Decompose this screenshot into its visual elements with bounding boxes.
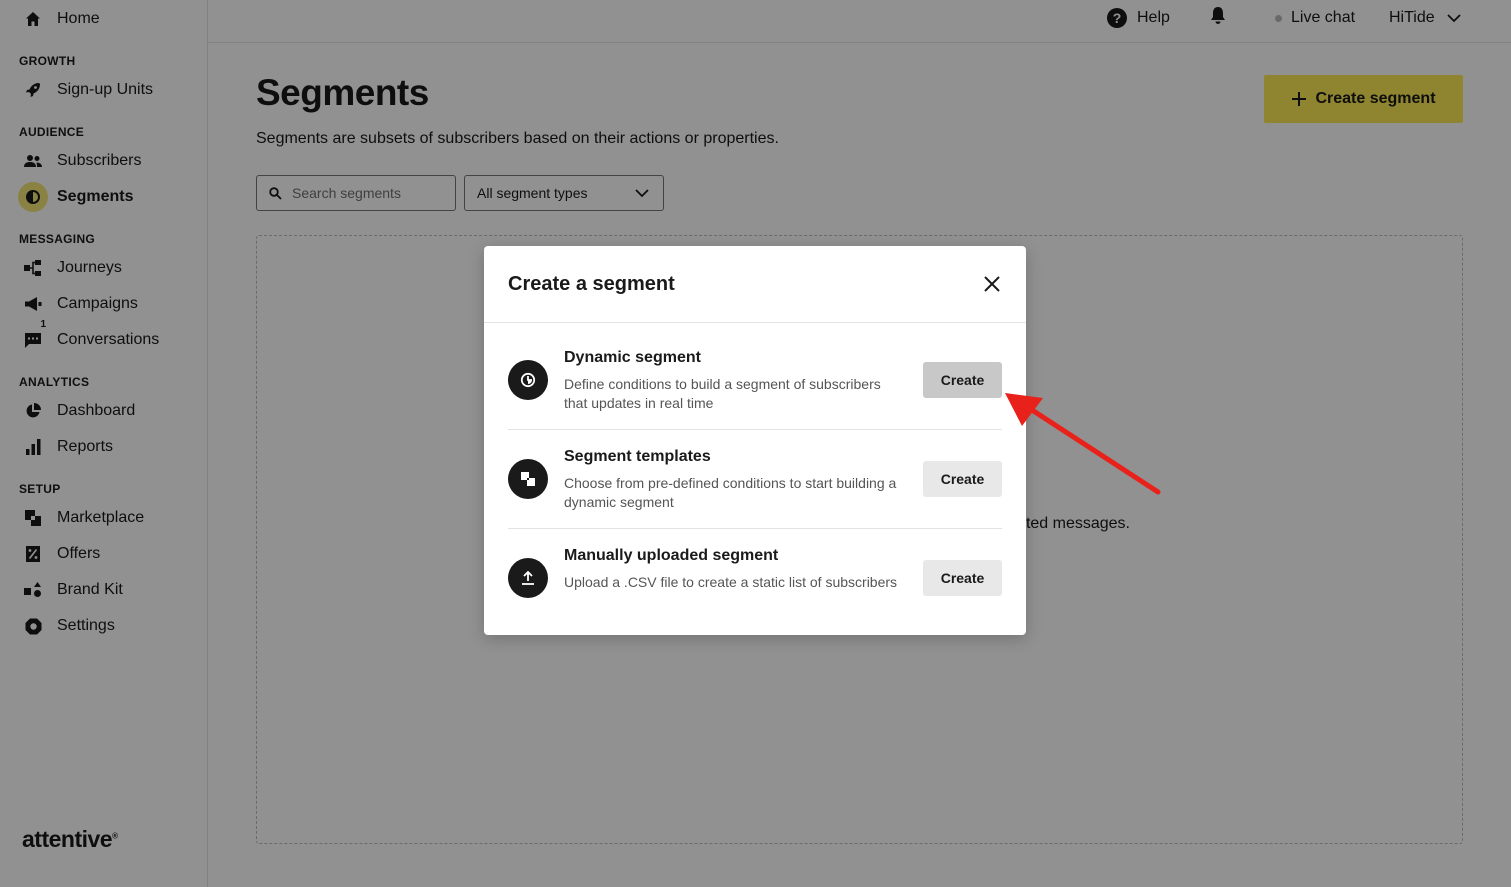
option-title: Segment templates [564,448,711,465]
option-dynamic-segment: Dynamic segment Define conditions to bui… [508,323,1002,422]
option-description: Upload a .CSV file to create a static li… [564,574,898,590]
clock-pie-icon [508,360,548,400]
create-segment-template-button[interactable]: Create [923,461,1002,497]
option-title: Manually uploaded segment [564,547,779,564]
create-dynamic-segment-button[interactable]: Create [923,362,1002,398]
close-button[interactable] [980,272,1004,296]
option-segment-templates: Segment templates Choose from pre-define… [508,430,1002,529]
option-title: Dynamic segment [564,349,701,366]
option-manual-upload: Manually uploaded segment Upload a .CSV … [508,529,1002,628]
option-description: Choose from pre-defined conditions to st… [564,475,897,510]
create-segment-modal: Create a segment Dynamic segment Define … [484,246,1026,635]
upload-icon [508,558,548,598]
modal-header: Create a segment [484,246,1026,323]
close-icon [984,276,1000,292]
template-icon [508,459,548,499]
option-description: Define conditions to build a segment of … [564,376,881,411]
modal-title: Create a segment [508,273,675,295]
create-manual-segment-button[interactable]: Create [923,560,1002,596]
